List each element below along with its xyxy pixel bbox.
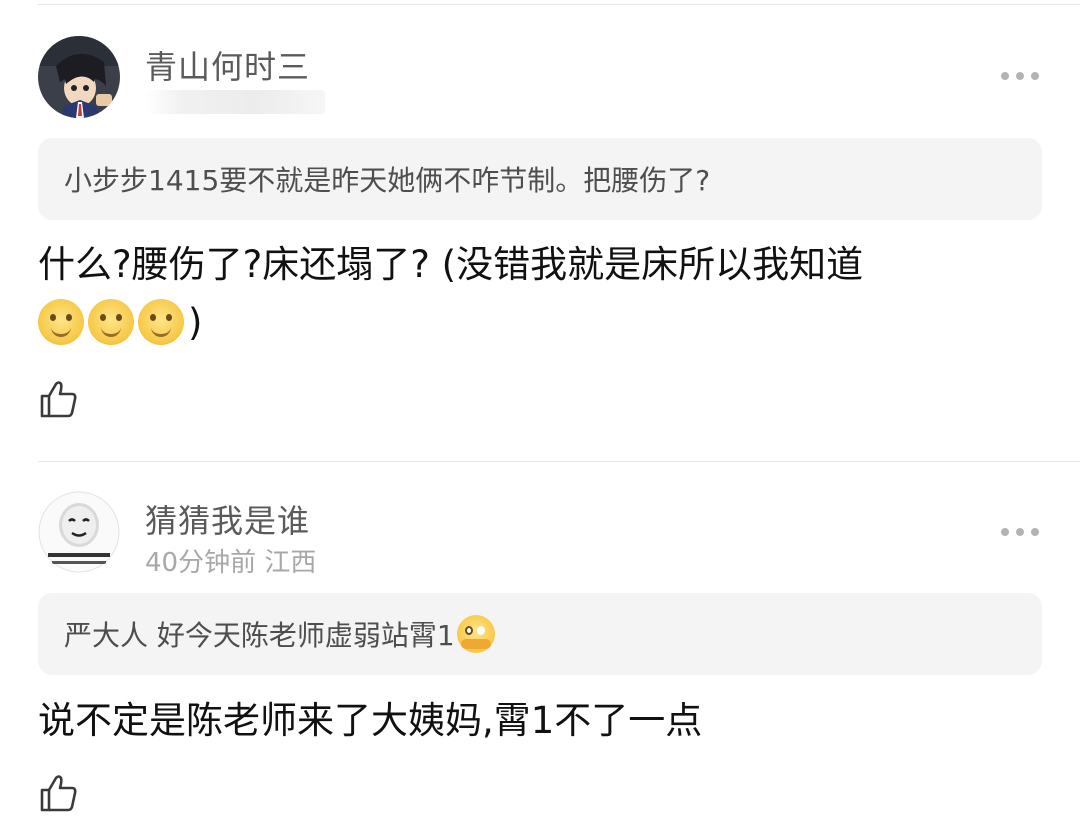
more-dot — [1031, 72, 1039, 80]
hugging-emoji — [456, 615, 495, 653]
comment-body-line: ) — [38, 294, 1042, 352]
more-button[interactable] — [1000, 66, 1040, 86]
quote-text: 今天陈老师虚弱站霄1 — [184, 619, 455, 652]
quoted-reply[interactable]: 严大人 好 今天陈老师虚弱站霄1 — [38, 593, 1042, 675]
slight-smile-emoji — [88, 299, 134, 345]
more-dot — [1031, 528, 1039, 536]
comment-body: 说不定是陈老师来了大姨妈,霄1不了一点 — [38, 699, 703, 742]
quoted-reply[interactable]: 小步步1415 要不就是昨天她俩不咋节制。把腰伤了? — [38, 138, 1042, 220]
thumbs-up-icon — [40, 775, 77, 812]
top-divider — [38, 4, 1080, 5]
like-button[interactable] — [38, 772, 80, 814]
quote-text: 要不就是昨天她俩不咋节制。把腰伤了? — [219, 164, 711, 197]
quote-author[interactable]: 小步步1415 — [64, 159, 219, 199]
comment-body: 什么?腰伤了?床还塌了? (没错我就是床所以我知道 ) — [38, 236, 1042, 352]
like-button[interactable] — [38, 378, 80, 420]
thumbs-up-icon — [40, 381, 77, 418]
comment-divider — [38, 461, 1080, 462]
meta-blurred — [145, 90, 325, 114]
username[interactable]: 猜猜我是谁 — [145, 496, 310, 542]
more-dots-icon — [1001, 72, 1009, 80]
slight-smile-emoji — [38, 299, 84, 345]
slight-smile-emoji — [138, 299, 184, 345]
comment-body-suffix: ) — [188, 301, 203, 344]
anime-character-avatar-icon — [38, 36, 120, 118]
more-dot — [1016, 528, 1024, 536]
quote-author[interactable]: 严大人 好 — [64, 614, 185, 654]
username[interactable]: 青山何时三 — [145, 42, 310, 88]
meme-face-avatar-icon — [38, 491, 120, 573]
comment-body-line: 什么?腰伤了?床还塌了? (没错我就是床所以我知道 — [38, 243, 864, 286]
avatar[interactable] — [38, 491, 120, 573]
timestamp-location: 40分钟前 江西 — [145, 548, 317, 578]
more-button[interactable] — [1000, 522, 1040, 542]
avatar[interactable] — [38, 36, 120, 118]
more-dots-icon — [1001, 528, 1009, 536]
more-dot — [1016, 72, 1024, 80]
